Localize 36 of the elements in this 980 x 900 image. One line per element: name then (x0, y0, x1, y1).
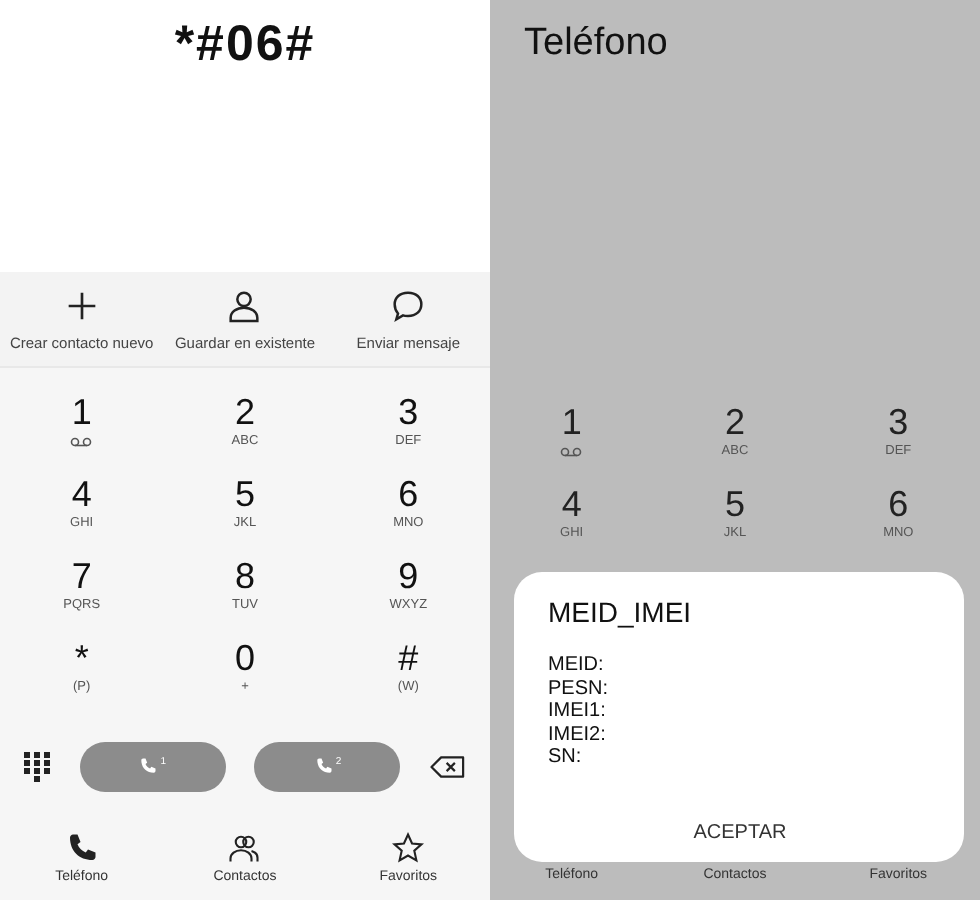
speech-bubble-icon (388, 286, 429, 327)
key-digit[interactable]: 9 (398, 556, 419, 596)
info-line: PESN: (548, 677, 611, 700)
key-digit[interactable]: 3 (888, 402, 909, 442)
key-digit[interactable]: 0 (234, 638, 255, 678)
key-digit[interactable]: 1 (71, 392, 92, 432)
dialog-title: MEID_IMEI (548, 596, 694, 628)
key-digit[interactable]: 6 (398, 474, 419, 514)
key-digit[interactable]: 5 (234, 474, 255, 514)
key-digit[interactable]: 4 (71, 474, 92, 514)
key-digit[interactable]: 8 (234, 556, 255, 596)
info-line: MEID: (548, 654, 606, 677)
key-digit[interactable]: 7 (71, 556, 92, 596)
key-digit[interactable]: 6 (888, 484, 909, 524)
key-digit[interactable]: 1 (561, 402, 582, 442)
key-digit[interactable]: # (398, 638, 419, 678)
dialed-number: *#06# (174, 14, 316, 76)
accept-button[interactable]: ACEPTAR (677, 816, 803, 850)
key-digit[interactable]: 4 (561, 484, 582, 524)
key-digit[interactable]: 2 (234, 392, 255, 432)
key-digit[interactable]: 2 (724, 402, 745, 442)
app-title: Teléfono (522, 20, 670, 66)
voicemail-icon (560, 446, 583, 458)
voicemail-icon (70, 436, 93, 448)
dialpad-icon (24, 751, 50, 781)
star-icon (390, 829, 427, 865)
key-digit[interactable]: 3 (398, 392, 419, 432)
info-line: SN: (548, 746, 584, 769)
key-digit[interactable]: * (74, 638, 89, 678)
key-digit[interactable]: 5 (724, 484, 745, 524)
backspace-icon (429, 755, 466, 777)
phone-icon (138, 756, 159, 776)
person-icon (224, 286, 265, 327)
info-line: IMEI1: (548, 700, 608, 723)
phone-icon (313, 756, 334, 776)
info-line: IMEI2: (548, 723, 608, 746)
